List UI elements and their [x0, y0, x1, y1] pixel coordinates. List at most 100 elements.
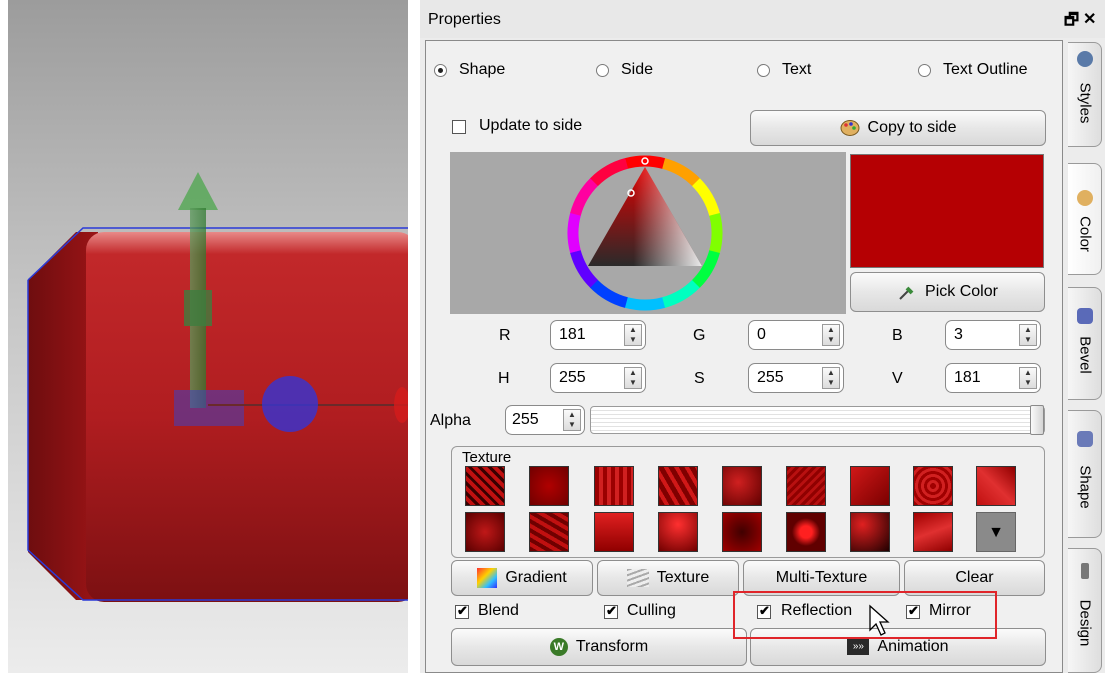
r-value: 181: [559, 326, 586, 343]
color-wheel-area[interactable]: [450, 152, 846, 314]
s-label: S: [694, 370, 705, 387]
alpha-value: 255: [512, 411, 539, 428]
hue-ring[interactable]: [450, 152, 846, 314]
tab-styles[interactable]: Styles: [1068, 42, 1102, 147]
v-spin-arrows[interactable]: ▲ ▼: [1019, 367, 1037, 389]
blend-checkbox[interactable]: [455, 603, 469, 619]
tab-bevel[interactable]: Bevel: [1068, 287, 1102, 400]
texture-swatch[interactable]: [913, 466, 953, 506]
radio-text[interactable]: [757, 64, 770, 77]
texture-swatch[interactable]: [850, 512, 890, 552]
animation-label: Animation: [877, 638, 949, 655]
texture-swatch[interactable]: [976, 466, 1016, 506]
pick-color-button[interactable]: Pick Color: [850, 272, 1045, 312]
g-spinbox[interactable]: 0 ▲ ▼: [748, 320, 844, 350]
gradient-label: Gradient: [505, 569, 567, 586]
shape-icon: [1077, 431, 1093, 447]
tab-design[interactable]: Design: [1068, 548, 1102, 673]
alpha-slider[interactable]: [590, 405, 1045, 435]
r-spinbox[interactable]: 181 ▲ ▼: [550, 320, 646, 350]
radio-shape[interactable]: [434, 64, 447, 77]
color-palette-icon: [1077, 190, 1093, 206]
blend-label: Blend: [478, 602, 519, 619]
b-spin-arrows[interactable]: ▲ ▼: [1019, 324, 1037, 346]
texture-swatch[interactable]: [786, 466, 826, 506]
texture-swatch[interactable]: [465, 466, 505, 506]
panel-title: Properties: [428, 11, 501, 28]
radio-side-label: Side: [621, 61, 654, 78]
radio-shape-label: Shape: [459, 61, 506, 78]
viewport-scene[interactable]: [8, 0, 408, 673]
clear-label: Clear: [955, 569, 994, 586]
float-icon[interactable]: 🗗: [1064, 9, 1079, 36]
texture-button[interactable]: Texture: [597, 560, 739, 596]
pick-color-label: Pick Color: [925, 283, 998, 300]
alpha-slider-thumb[interactable]: [1030, 405, 1044, 435]
b-spinbox[interactable]: 3 ▲ ▼: [945, 320, 1041, 350]
v-spinbox[interactable]: 181 ▲ ▼: [945, 363, 1041, 393]
tab-color[interactable]: Color: [1068, 163, 1102, 275]
copy-to-side-label: Copy to side: [867, 119, 957, 136]
texture-swatch[interactable]: [658, 512, 698, 552]
color-preview-swatch: [850, 154, 1044, 268]
alpha-spin-arrows[interactable]: ▲ ▼: [563, 409, 581, 431]
radio-text-label: Text: [782, 61, 812, 78]
texture-swatch[interactable]: [594, 512, 634, 552]
eyedropper-icon: [899, 286, 914, 300]
v-label: V: [892, 370, 903, 387]
texture-swatch[interactable]: [658, 466, 698, 506]
animation-icon: »»: [847, 639, 870, 655]
texture-swatch[interactable]: [722, 466, 762, 506]
texture-swatch[interactable]: [722, 512, 762, 552]
update-to-side-checkbox[interactable]: [452, 120, 466, 134]
tab-bevel-label: Bevel: [1076, 335, 1093, 374]
alpha-label: Alpha: [430, 412, 471, 429]
h-spin-arrows[interactable]: ▲ ▼: [624, 367, 642, 389]
texture-swatch[interactable]: [594, 466, 634, 506]
r-spin-arrows[interactable]: ▲ ▼: [624, 324, 642, 346]
gradient-button[interactable]: Gradient: [451, 560, 593, 596]
copy-to-side-button[interactable]: Copy to side: [750, 110, 1046, 146]
texture-swatch[interactable]: [529, 466, 569, 506]
close-icon[interactable]: ✕: [1083, 9, 1096, 29]
tab-styles-label: Styles: [1076, 82, 1093, 124]
transform-icon: W: [549, 638, 568, 656]
styles-icon: [1077, 51, 1093, 67]
radio-side[interactable]: [596, 64, 609, 77]
v-value: 181: [954, 369, 981, 386]
texture-icon: [626, 569, 649, 587]
h-value: 255: [559, 369, 586, 386]
transform-button[interactable]: W Transform: [451, 628, 747, 666]
design-icon: [1081, 563, 1089, 579]
g-value: 0: [757, 326, 766, 343]
3d-viewport[interactable]: [8, 0, 408, 673]
texture-swatch[interactable]: [529, 512, 569, 552]
radio-text-outline[interactable]: [918, 64, 931, 77]
s-spinbox[interactable]: 255 ▲ ▼: [748, 363, 844, 393]
texture-swatch[interactable]: [786, 512, 826, 552]
palette-icon: [840, 120, 860, 136]
s-spin-arrows[interactable]: ▲ ▼: [822, 367, 840, 389]
panel-title-bar: [420, 0, 1105, 38]
bevel-icon: [1077, 308, 1093, 324]
gizmo-y-arrow-head: [178, 172, 218, 210]
s-value: 255: [757, 369, 784, 386]
multi-texture-label: Multi-Texture: [775, 569, 868, 586]
gizmo-y-handle: [184, 290, 212, 326]
culling-checkbox[interactable]: [604, 603, 618, 619]
h-spinbox[interactable]: 255 ▲ ▼: [550, 363, 646, 393]
tab-design-label: Design: [1076, 599, 1093, 647]
g-spin-arrows[interactable]: ▲ ▼: [822, 324, 840, 346]
alpha-spinbox[interactable]: 255 ▲ ▼: [505, 405, 585, 435]
g-label: G: [693, 327, 706, 344]
b-label: B: [892, 327, 903, 344]
gradient-icon: [477, 568, 498, 588]
highlight-box: [733, 591, 997, 639]
texture-swatch[interactable]: [913, 512, 953, 552]
texture-swatch[interactable]: [850, 466, 890, 506]
texture-swatch[interactable]: [465, 512, 505, 552]
mouse-cursor-icon: [869, 604, 890, 636]
tab-shape[interactable]: Shape: [1068, 410, 1102, 538]
transform-label: Transform: [575, 638, 649, 655]
more-textures-button[interactable]: ▼: [976, 512, 1016, 552]
